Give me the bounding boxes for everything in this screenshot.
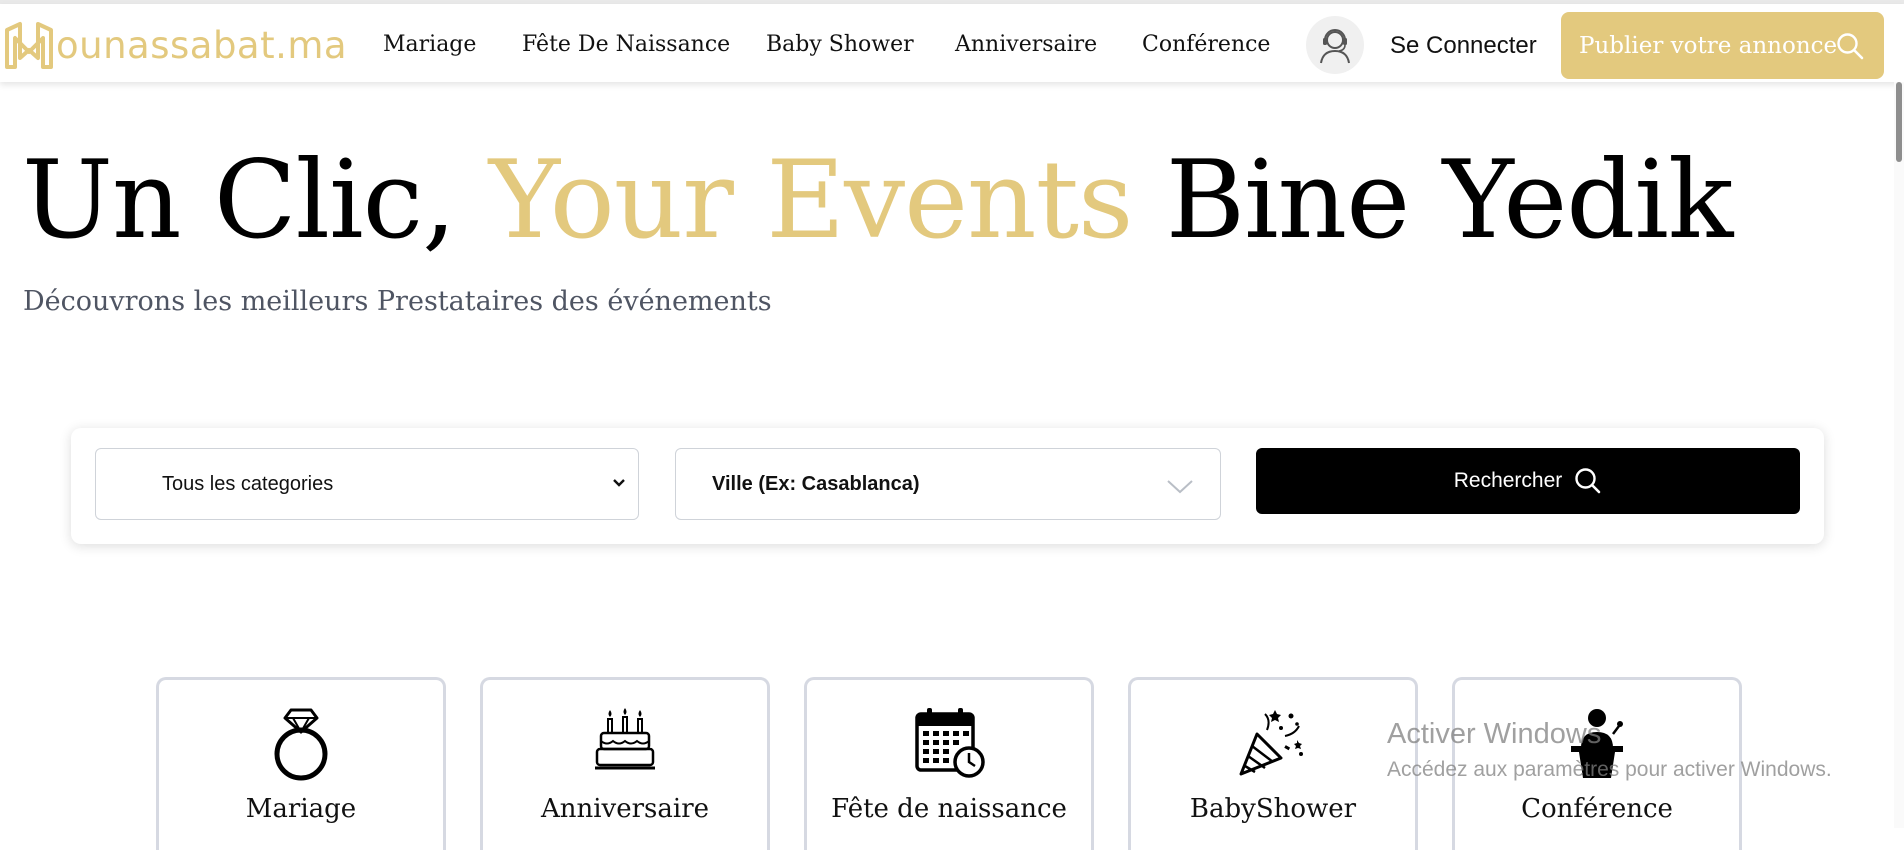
nav-mariage[interactable]: Mariage xyxy=(383,32,476,57)
search-icon xyxy=(1837,33,1864,60)
nav-conference[interactable]: Conférence xyxy=(1142,32,1270,57)
category-card-babyshower[interactable]: BabyShower xyxy=(1128,677,1418,850)
search-icon xyxy=(1575,468,1601,494)
chevron-down-icon xyxy=(613,479,625,487)
party-popper-icon xyxy=(1239,710,1303,776)
category-label: BabyShower xyxy=(1189,794,1357,824)
category-label: Mariage xyxy=(245,794,357,824)
category-select-value: Tous les categories xyxy=(162,473,334,495)
city-select-placeholder: Ville (Ex: Casablanca) xyxy=(712,473,920,495)
site-header: ounassabat.ma Mariage Fête De Naissance … xyxy=(0,4,1904,82)
hero-title-highlight: Your Events xyxy=(488,138,1134,263)
nav-fete-de-naissance[interactable]: Fête De Naissance xyxy=(522,32,730,57)
category-label: Anniversaire xyxy=(540,794,710,824)
ring-icon xyxy=(274,708,328,781)
search-button[interactable]: Rechercher xyxy=(1256,448,1800,514)
logo-text: ounassabat.ma xyxy=(56,23,348,67)
nav-anniversaire[interactable]: Anniversaire xyxy=(955,32,1097,57)
logo-m-icon xyxy=(5,22,53,69)
category-label: Conférence xyxy=(1521,794,1673,824)
windows-activation-title: Activer Windows xyxy=(1387,718,1602,750)
hero-title-part2: Bine Yedik xyxy=(1165,138,1734,263)
category-card-mariage[interactable]: Mariage xyxy=(156,677,446,850)
category-card-fete-de-naissance[interactable]: Fête de naissance xyxy=(804,677,1094,850)
page-scrollbar[interactable] xyxy=(1894,82,1904,828)
category-card-anniversaire[interactable]: Anniversaire xyxy=(480,677,770,850)
hero-title-part1: Un Clic, xyxy=(22,138,456,263)
hero-title: Un Clic, Your Events Bine Yedik xyxy=(22,136,1734,266)
category-select[interactable]: Tous les categories xyxy=(95,448,639,520)
nav-baby-shower[interactable]: Baby Shower xyxy=(766,32,914,57)
city-select[interactable]: Ville (Ex: Casablanca) xyxy=(675,448,1221,520)
windows-activation-subtitle: Accédez aux paramètres pour activer Wind… xyxy=(1387,758,1832,781)
scrollbar-thumb[interactable] xyxy=(1896,82,1902,162)
publish-ad-button[interactable]: Publier votre annonce xyxy=(1561,12,1884,79)
birthday-cake-icon xyxy=(595,708,655,770)
search-button-label: Rechercher xyxy=(1453,469,1563,492)
category-label: Fête de naissance xyxy=(831,794,1067,824)
search-panel: Tous les categories Ville (Ex: Casablanc… xyxy=(71,428,1824,544)
login-link[interactable]: Se Connecter xyxy=(1390,32,1537,60)
user-support-icon[interactable] xyxy=(1306,16,1364,74)
publish-ad-label: Publier votre annonce xyxy=(1579,32,1838,59)
site-logo[interactable]: ounassabat.ma xyxy=(4,18,347,72)
hero-subtitle: Découvrons les meilleurs Prestataires de… xyxy=(23,286,772,317)
calendar-clock-icon xyxy=(915,708,985,778)
chevron-down-icon xyxy=(1167,480,1193,494)
